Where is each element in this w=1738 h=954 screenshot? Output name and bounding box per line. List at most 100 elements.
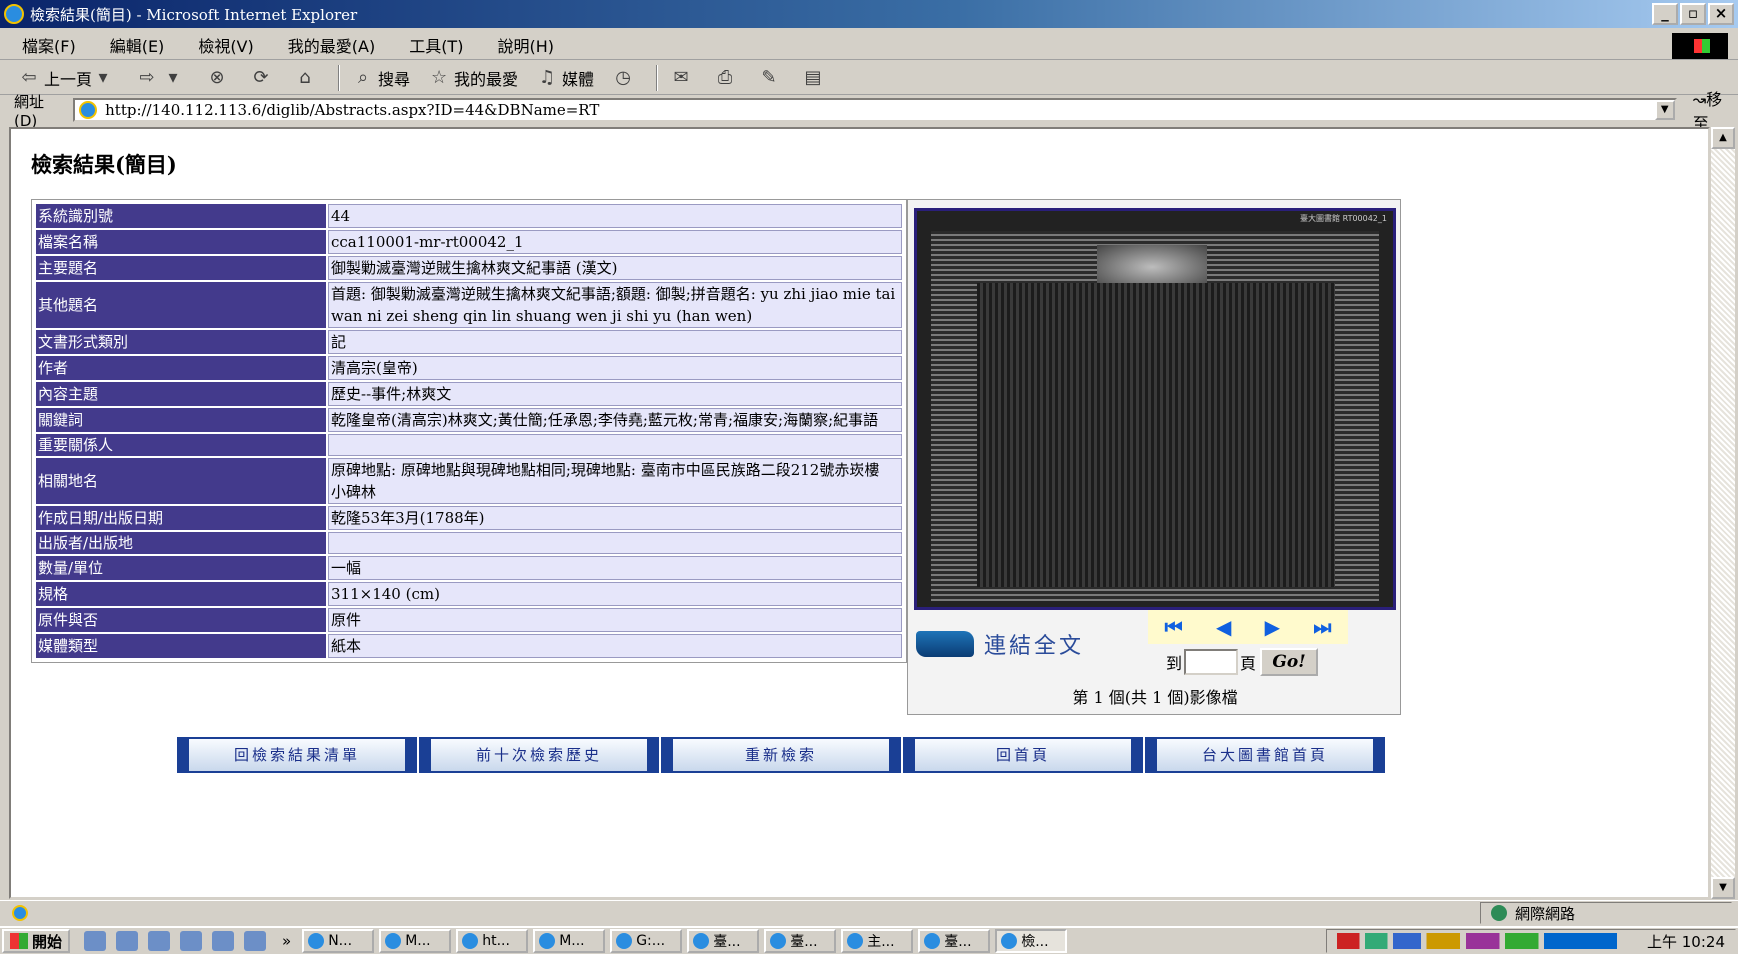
quick-launch-icon[interactable] (148, 931, 171, 951)
menu-view[interactable]: 檢視(V) (198, 33, 253, 57)
table-row: 系統識別號 44 (36, 204, 902, 228)
app-icon (385, 933, 402, 949)
quick-launch-icon[interactable] (180, 931, 203, 951)
table-row: 作成日期/出版日期 乾隆53年3月(1788年) (36, 506, 902, 530)
address-dropdown-icon[interactable]: ▼ (1654, 100, 1675, 120)
address-url[interactable]: http://140.112.113.6/diglib/Abstracts.as… (105, 101, 1655, 119)
address-label: 網址(D) (14, 92, 45, 130)
minimize-button[interactable]: _ (1652, 3, 1678, 25)
field-value: 乾隆53年3月(1788年) (328, 506, 902, 530)
ie-icon (693, 933, 710, 949)
last-page-icon[interactable]: ⏭ (1313, 615, 1331, 639)
stele-rubbing-image[interactable]: 臺大圖書館 RT00042_1 (914, 208, 1396, 610)
forward-button[interactable]: ⇨ ▾ (136, 67, 188, 89)
taskbar-button[interactable]: 主... (841, 929, 914, 953)
prev-page-icon[interactable]: ◀ (1216, 615, 1231, 639)
go-page-button[interactable]: Go! (1260, 648, 1319, 676)
quick-launch-icon[interactable] (116, 931, 139, 951)
clock[interactable]: 上午 10:24 (1647, 931, 1725, 952)
menu-favorites[interactable]: 我的最愛(A) (288, 33, 375, 57)
search-history-button[interactable]: 前十次檢索歷史 (419, 737, 659, 773)
taskbar-button-active[interactable]: 檢... (995, 929, 1068, 953)
taskbar-button[interactable]: M... (379, 929, 452, 953)
link-full-text-label[interactable]: 連結全文 (984, 628, 1084, 660)
task-label: ht... (482, 933, 510, 949)
image-count: 第 1 個(共 1 個)影像檔 (1072, 688, 1238, 707)
zone-label: 網際網路 (1515, 904, 1576, 923)
quick-launch-icon[interactable] (244, 931, 267, 951)
field-label: 數量/單位 (36, 556, 326, 580)
menu-file[interactable]: 檔案(F) (22, 33, 76, 57)
chevron-down-icon: ▾ (98, 66, 108, 88)
taskbar-button[interactable]: 臺... (687, 929, 760, 953)
field-value: 44 (328, 204, 902, 228)
print-button[interactable]: ⎙ (714, 67, 740, 89)
menu-edit[interactable]: 編輯(E) (110, 33, 165, 57)
quick-launch-icon[interactable] (84, 931, 107, 951)
new-search-button[interactable]: 重新檢索 (661, 737, 901, 773)
field-label: 內容主題 (36, 382, 326, 406)
chevron-down-icon: ▾ (168, 66, 178, 88)
taskbar-button[interactable]: 臺... (918, 929, 991, 953)
link-full-text[interactable]: 連結全文 (916, 628, 1084, 660)
next-page-icon[interactable]: ▶ (1265, 615, 1280, 639)
ie-icon (924, 933, 941, 949)
field-label: 檔案名稱 (36, 230, 326, 254)
print-icon: ⎙ (717, 66, 733, 88)
address-bar: 網址(D) http://140.112.113.6/diglib/Abstra… (0, 90, 1738, 133)
history-button[interactable]: ◷ (612, 67, 638, 89)
stop-button[interactable]: ⊗ (206, 67, 232, 89)
field-label: 出版者/出版地 (36, 532, 326, 554)
table-row: 原件與否 原件 (36, 608, 902, 632)
field-label: 系統識別號 (36, 204, 326, 228)
field-label: 關鍵詞 (36, 408, 326, 432)
back-button[interactable]: ⇦ 上一頁 ▾ (18, 66, 118, 90)
search-icon: ⌕ (357, 66, 369, 88)
goto-prefix: 到 (1166, 654, 1183, 673)
media-button[interactable]: ♫ 媒體 (536, 66, 594, 90)
toolbar: ⇦ 上一頁 ▾ ⇨ ▾ ⊗ ⟳ ⌂ ⌕ 搜尋 ☆ 我的最愛 ♫ 媒體 ◷ ✉ ⎙… (0, 61, 1738, 95)
discuss-button[interactable]: ▤ (802, 67, 828, 89)
task-label: 臺... (944, 934, 972, 950)
refresh-button[interactable]: ⟳ (250, 67, 276, 89)
goto-suffix: 頁 (1240, 654, 1257, 673)
scroll-up-icon[interactable]: ▲ (1711, 127, 1735, 149)
taskbar-button[interactable]: G:... (610, 929, 683, 953)
quick-launch-more[interactable]: » (282, 932, 291, 950)
quick-launch-icon[interactable] (212, 931, 235, 951)
taskbar-button[interactable]: ht... (456, 929, 529, 953)
goto-page-input[interactable] (1184, 649, 1239, 675)
ie-icon (770, 933, 787, 949)
close-button[interactable]: × (1708, 3, 1734, 25)
table-row: 內容主題 歷史--事件;林爽文 (36, 382, 902, 406)
task-label: M... (559, 933, 585, 949)
window-title: 檢索結果(簡目) - Microsoft Internet Explorer (30, 5, 358, 24)
menu-help[interactable]: 說明(H) (497, 33, 554, 57)
library-home-button[interactable]: 台大圖書館首頁 (1145, 737, 1385, 773)
tray-icons[interactable] (1337, 933, 1617, 949)
address-input[interactable]: http://140.112.113.6/diglib/Abstracts.as… (73, 98, 1677, 122)
search-button[interactable]: ⌕ 搜尋 (352, 66, 410, 90)
media-label: 媒體 (562, 69, 595, 89)
restore-button[interactable]: ▫ (1680, 3, 1706, 25)
metadata-table: 系統識別號 44 檔案名稱 cca110001-mr-rt00042_1 主要題名御… (31, 199, 907, 663)
vertical-scrollbar[interactable]: ▲ ▼ (1711, 127, 1735, 899)
quick-launch (84, 931, 276, 951)
favorites-button[interactable]: ☆ 我的最愛 (428, 66, 518, 90)
edit-button[interactable]: ✎ (758, 67, 784, 89)
menu-tools[interactable]: 工具(T) (409, 33, 463, 57)
word-icon (308, 933, 325, 949)
scroll-down-icon[interactable]: ▼ (1711, 877, 1735, 899)
start-button[interactable]: 開始 (2, 929, 71, 953)
home-icon: ⌂ (299, 66, 311, 88)
taskbar-button[interactable]: 臺... (764, 929, 837, 953)
taskbar-button[interactable]: M... (533, 929, 606, 953)
field-label: 其他題名 (36, 282, 326, 328)
mail-button[interactable]: ✉ (670, 67, 696, 89)
first-page-icon[interactable]: ⏮ (1165, 615, 1183, 639)
back-to-results-button[interactable]: 回檢索結果清單 (177, 737, 417, 773)
home-page-button[interactable]: 回首頁 (903, 737, 1143, 773)
taskbar-button[interactable]: N... (302, 929, 375, 953)
home-button[interactable]: ⌂ (294, 67, 320, 89)
table-row: 作者 清高宗(皇帝) (36, 356, 902, 380)
